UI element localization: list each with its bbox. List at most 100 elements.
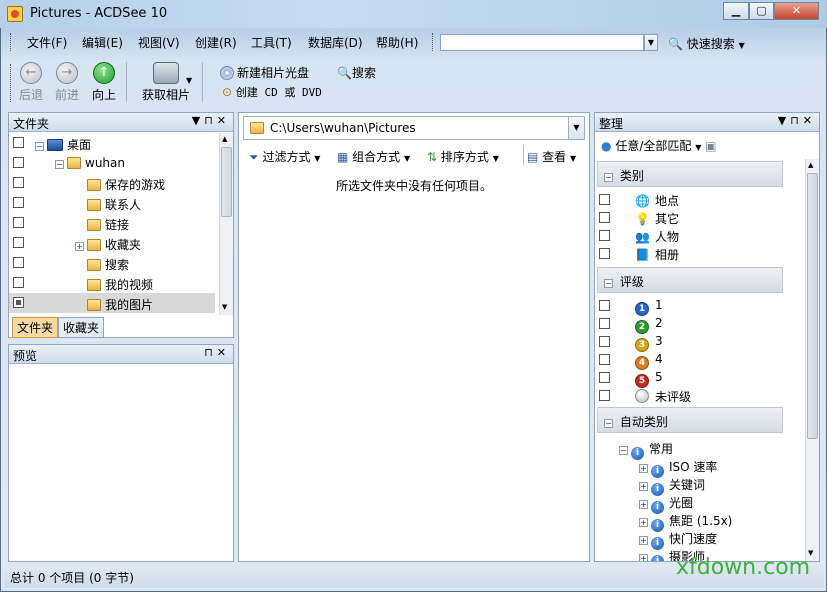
expand-icon[interactable]: + (639, 518, 648, 527)
filter-checkbox[interactable] (599, 354, 610, 365)
menu-item-1[interactable]: 编辑(E) (79, 34, 126, 51)
filter-checkbox[interactable] (599, 230, 610, 241)
folder-checkbox[interactable] (13, 257, 24, 268)
rating-item[interactable]: 11 (595, 297, 785, 316)
folder-checkbox[interactable] (13, 217, 24, 228)
expand-icon[interactable]: + (639, 536, 648, 545)
sort-button[interactable]: ⇅ 排序方式 ▼ (427, 148, 499, 165)
scroll-up-icon[interactable]: ▲ (222, 135, 227, 143)
pin-icon[interactable]: ⊓ (204, 114, 217, 127)
auto-categories-section-header[interactable]: − 自动类别 (597, 407, 783, 433)
scroll-thumb[interactable] (221, 147, 232, 217)
scroll-down-icon[interactable]: ▼ (222, 303, 227, 311)
expand-icon[interactable]: + (639, 554, 648, 561)
quick-search-input[interactable] (440, 34, 644, 51)
filter-checkbox[interactable] (599, 300, 610, 311)
collapse-icon[interactable]: − (55, 160, 64, 169)
folder-row[interactable]: − 桌面 (9, 133, 215, 153)
folder-row[interactable]: + 收藏夹 (9, 233, 215, 253)
menu-grip[interactable] (10, 33, 13, 51)
menu-item-6[interactable]: 帮助(H) (373, 34, 421, 51)
categories-section-header[interactable]: − 类别 (597, 161, 783, 187)
folder-row[interactable]: 搜索 (9, 253, 215, 273)
pin-icon[interactable]: ⊓ (790, 114, 803, 127)
tab-favorites[interactable]: 收藏夹 (58, 317, 105, 338)
folder-tree[interactable]: − 桌面 − wuhan 保存的游戏 联系人 链接 + 收藏夹 搜索 我的视频 我的图片 (9, 133, 219, 315)
auto-category-item[interactable]: + i 快门速度 (595, 529, 785, 550)
path-bar[interactable]: C:\Users\wuhan\Pictures ▼ (243, 116, 585, 140)
auto-category-item[interactable]: + i 关键词 (595, 475, 785, 496)
folder-checkbox[interactable] (13, 197, 24, 208)
collapse-icon[interactable]: − (604, 279, 613, 288)
minimize-button[interactable]: ▁ (723, 2, 749, 20)
tag-icon[interactable]: ▣ (705, 139, 716, 153)
close-button[interactable]: ✕ (774, 2, 819, 20)
filter-checkbox[interactable] (599, 372, 610, 383)
auto-category-root[interactable]: − i 常用 (595, 439, 785, 460)
back-button[interactable]: ← 后退 (16, 62, 46, 103)
forward-button[interactable]: → 前进 (52, 62, 82, 103)
new-photo-disc-button[interactable]: 新建相片光盘 (220, 64, 309, 81)
folder-checkbox[interactable] (13, 297, 24, 308)
filter-checkbox[interactable] (599, 248, 610, 259)
filter-button[interactable]: ⏷ 过滤方式 ▼ (249, 148, 320, 165)
acquire-dropdown-icon[interactable]: ▼ (186, 76, 192, 85)
rating-item[interactable]: 22 (595, 315, 785, 334)
folder-checkbox[interactable] (13, 177, 24, 188)
rating-item-unrated[interactable]: 未评级 (595, 387, 785, 405)
pane-menu-icon[interactable]: ▼ (778, 114, 790, 127)
menu-item-5[interactable]: 数据库(D) (305, 34, 366, 51)
up-button[interactable]: ↑ 向上 (89, 62, 119, 103)
auto-category-item[interactable]: + i ISO 速率 (595, 457, 785, 478)
group-button[interactable]: ▦ 组合方式 ▼ (337, 148, 410, 165)
folder-checkbox[interactable] (13, 137, 24, 148)
close-icon[interactable]: ✕ (217, 346, 230, 359)
filter-checkbox[interactable] (599, 212, 610, 223)
organize-tree[interactable]: − 类别 🌐 地点 💡 其它 👥 人物 📘 相册 − 评级 1 1 2 2 3 3 4 4 5 5 未评级 − 自动类别 −… (595, 159, 805, 561)
category-item[interactable]: 👥 人物 (595, 227, 785, 245)
search-grip[interactable] (432, 33, 435, 51)
close-icon[interactable]: ✕ (217, 114, 230, 127)
folder-row[interactable]: 我的图片 (9, 293, 215, 313)
toolbar-grip[interactable] (10, 64, 13, 102)
category-item[interactable]: 🌐 地点 (595, 191, 785, 209)
scroll-up-icon[interactable]: ▲ (808, 161, 813, 169)
rating-item[interactable]: 55 (595, 369, 785, 388)
filter-checkbox[interactable] (599, 390, 610, 401)
folder-tree-scrollbar[interactable]: ▲ ▼ (219, 133, 233, 315)
expand-icon[interactable]: + (639, 500, 648, 509)
tab-folders[interactable]: 文件夹 (12, 317, 59, 338)
auto-category-item[interactable]: + i 光圈 (595, 493, 785, 514)
close-icon[interactable]: ✕ (803, 114, 816, 127)
folder-checkbox[interactable] (13, 157, 24, 168)
folder-row[interactable]: 联系人 (9, 193, 215, 213)
folder-row[interactable]: − wuhan (9, 153, 215, 173)
folder-row[interactable]: 我的视频 (9, 273, 215, 293)
folder-row[interactable]: 保存的游戏 (9, 173, 215, 193)
filter-checkbox[interactable] (599, 194, 610, 205)
folder-checkbox[interactable] (13, 277, 24, 288)
folder-checkbox[interactable] (13, 237, 24, 248)
category-item[interactable]: 💡 其它 (595, 209, 785, 227)
collapse-icon[interactable]: − (619, 446, 628, 455)
maximize-button[interactable]: ▢ (749, 2, 774, 20)
path-dropdown-icon[interactable]: ▼ (568, 117, 584, 139)
quick-search-button[interactable]: 🔍 快速搜索 ▼ (668, 35, 745, 52)
search-button[interactable]: 🔍搜索 (337, 64, 376, 81)
collapse-icon[interactable]: − (604, 173, 613, 182)
collapse-icon[interactable]: − (604, 419, 613, 428)
expand-icon[interactable]: + (75, 242, 84, 251)
title-bar[interactable]: Pictures - ACDSee 10 ▁ ▢ ✕ (0, 0, 827, 28)
menu-item-2[interactable]: 视图(V) (135, 34, 183, 51)
create-cd-dvd-button[interactable]: ⊙ 创建 CD 或 DVD (222, 84, 322, 100)
match-mode-button[interactable]: ● 任意/全部匹配 ▼ ▣ (601, 137, 717, 154)
menu-item-3[interactable]: 创建(R) (192, 34, 240, 51)
organize-scrollbar[interactable]: ▲ ▼ (805, 159, 819, 561)
pane-menu-icon[interactable]: ▼ (192, 114, 204, 127)
folder-row[interactable]: 链接 (9, 213, 215, 233)
rating-item[interactable]: 33 (595, 333, 785, 352)
menu-item-0[interactable]: 文件(F) (24, 34, 70, 51)
filter-checkbox[interactable] (599, 336, 610, 347)
expand-icon[interactable]: + (639, 482, 648, 491)
filter-checkbox[interactable] (599, 318, 610, 329)
